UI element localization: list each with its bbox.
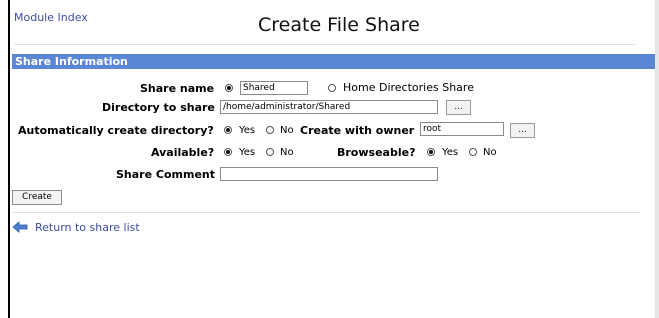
- available-label: Available?: [151, 146, 215, 159]
- browseable-no-radio[interactable]: [469, 148, 477, 156]
- back-arrow-icon[interactable]: [12, 221, 28, 233]
- share-name-radio[interactable]: [225, 84, 233, 92]
- page-title: Create File Share: [258, 14, 420, 36]
- module-index-link[interactable]: Module Index: [14, 11, 88, 24]
- share-name-input[interactable]: [240, 81, 308, 95]
- directory-browse-button[interactable]: ...: [446, 100, 471, 115]
- auto-create-no-label: No: [280, 125, 294, 136]
- browseable-yes-label: Yes: [442, 147, 459, 158]
- share-comment-input[interactable]: [220, 167, 438, 181]
- create-button[interactable]: Create: [12, 190, 62, 205]
- home-directories-label: Home Directories Share: [343, 81, 474, 94]
- available-no-radio[interactable]: [266, 148, 274, 156]
- browseable-no-label: No: [483, 147, 497, 158]
- window-right-border: [655, 0, 659, 318]
- owner-input[interactable]: [420, 122, 504, 136]
- available-no-label: No: [280, 147, 294, 158]
- title-divider: [14, 44, 636, 45]
- owner-browse-button[interactable]: ...: [510, 123, 535, 138]
- auto-create-yes-label: Yes: [239, 125, 256, 136]
- section-header: Share Information: [12, 54, 655, 69]
- return-to-share-list-link[interactable]: Return to share list: [35, 221, 140, 234]
- available-yes-radio[interactable]: [224, 148, 232, 156]
- auto-create-no-radio[interactable]: [266, 126, 274, 134]
- window-left-border: [8, 0, 10, 318]
- available-yes-label: Yes: [239, 147, 256, 158]
- home-directories-radio[interactable]: [328, 84, 336, 92]
- share-comment-label: Share Comment: [116, 168, 215, 181]
- share-name-label: Share name: [140, 82, 215, 95]
- auto-create-yes-radio[interactable]: [224, 126, 232, 134]
- directory-input[interactable]: [220, 100, 438, 114]
- browseable-yes-radio[interactable]: [427, 148, 435, 156]
- share-form: Share name Home Directories Share Direct…: [12, 69, 655, 188]
- footer-divider: [12, 212, 640, 213]
- auto-create-label: Automatically create directory?: [18, 124, 214, 137]
- browseable-label: Browseable?: [337, 146, 416, 159]
- directory-label: Directory to share: [102, 101, 215, 114]
- owner-label: Create with owner: [300, 124, 415, 137]
